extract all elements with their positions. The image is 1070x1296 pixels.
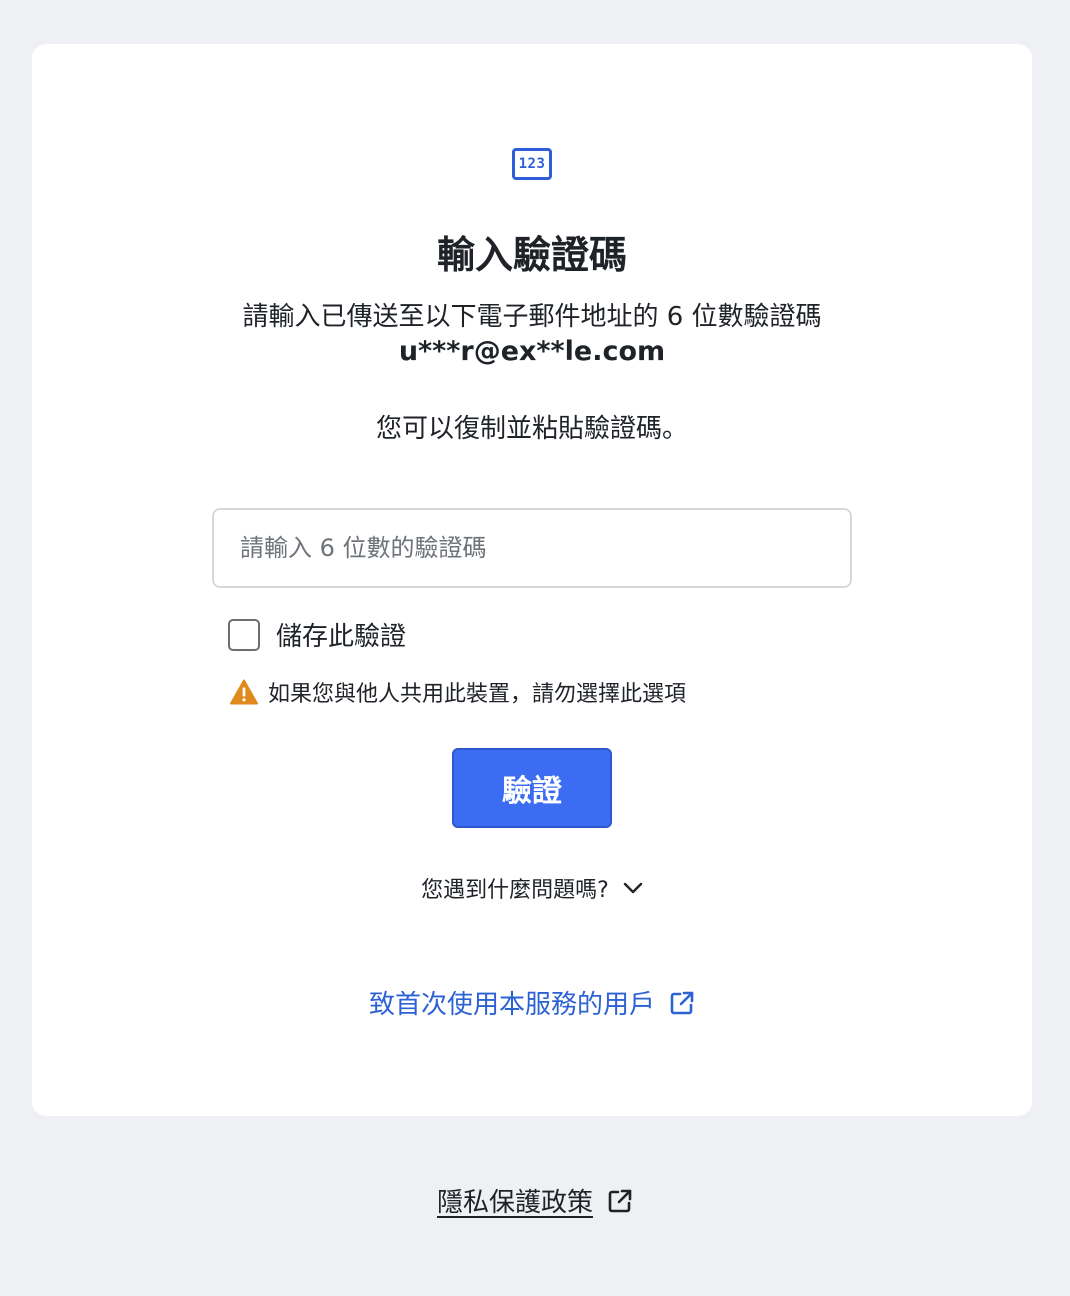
paste-hint: 您可以復制並粘貼驗證碼。 (375, 414, 688, 444)
verification-card: 123 輸入驗證碼 請輸入已傳送至以下電子郵件地址的 6 位數驗證碼 u***r… (32, 44, 1032, 1116)
privacy-policy-link[interactable]: 隱私保護政策 (0, 1182, 1070, 1219)
remember-verification[interactable]: 儲存此驗證 (228, 616, 406, 653)
instruction-text: 請輸入已傳送至以下電子郵件地址的 6 位數驗證碼 (242, 302, 822, 332)
trouble-toggle[interactable]: 您遇到什麼問題嗎? (32, 872, 1032, 904)
first-time-user-link[interactable]: 致首次使用本服務的用戶 (32, 984, 1032, 1021)
privacy-policy-label[interactable]: 隱私保護政策 (437, 1182, 593, 1219)
external-link-icon[interactable] (607, 1188, 633, 1214)
masked-email: u***r@ex**le.com (398, 336, 666, 367)
remember-checkbox[interactable] (228, 618, 260, 651)
chevron-down-icon[interactable] (623, 881, 643, 895)
external-link-icon[interactable] (669, 990, 695, 1016)
trouble-label[interactable]: 您遇到什麼問題嗎? (421, 872, 609, 904)
remember-label[interactable]: 儲存此驗證 (276, 616, 406, 653)
verification-code-input[interactable] (212, 508, 852, 588)
shared-device-warning: 如果您與他人共用此裝置，請勿選擇此選項 (230, 676, 686, 708)
warning-text: 如果您與他人共用此裝置，請勿選擇此選項 (268, 682, 687, 707)
numeric-code-icon: 123 (512, 148, 552, 180)
warning-triangle-icon (230, 679, 258, 705)
first-time-label[interactable]: 致首次使用本服務的用戶 (369, 984, 655, 1021)
page-title: 輸入驗證碼 (436, 233, 627, 277)
verify-button[interactable]: 驗證 (452, 748, 612, 828)
